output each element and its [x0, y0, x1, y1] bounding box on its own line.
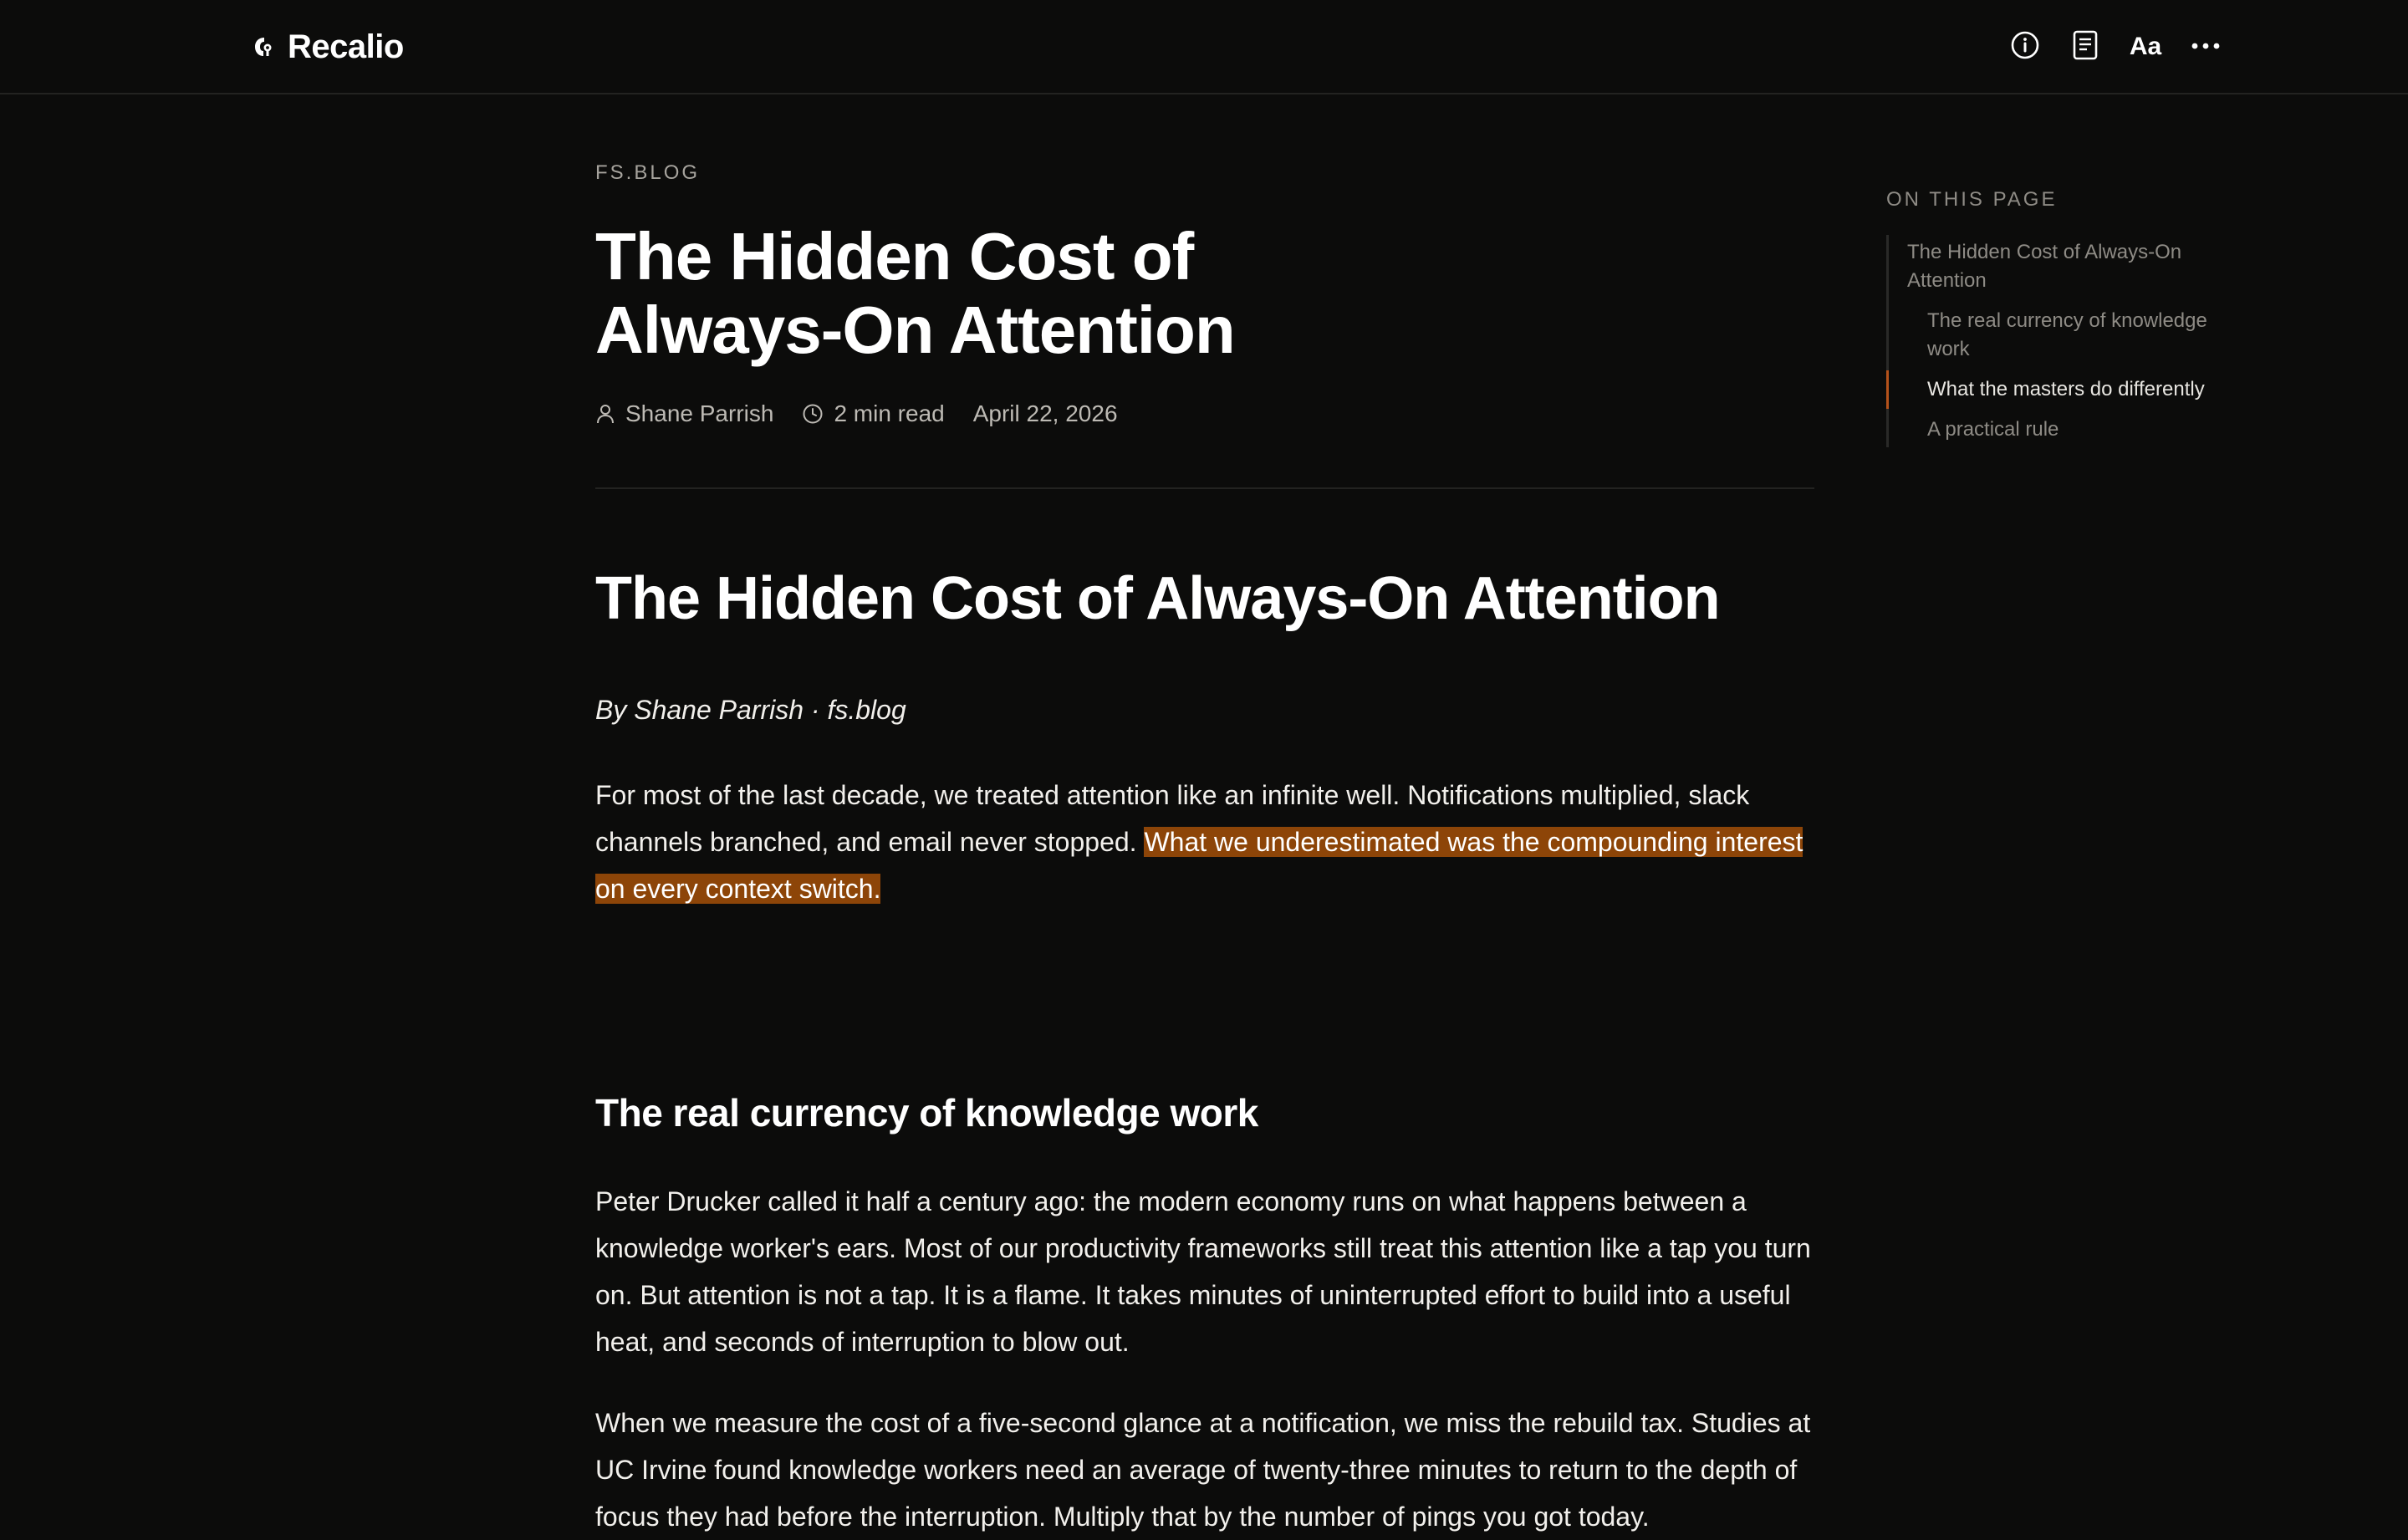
header-divider: [595, 487, 1814, 489]
app-name: Recalio: [288, 28, 404, 65]
more-horizontal-icon: [2191, 39, 2221, 54]
article-title: The Hidden Cost of Always-On Attention: [595, 219, 1236, 367]
table-of-contents: ON THIS PAGE The Hidden Cost of Always-O…: [1886, 188, 2246, 447]
section-heading: The real currency of knowledge work: [595, 1091, 1258, 1135]
read-time: 2 min read: [834, 400, 945, 426]
article-source[interactable]: FS.BLOG: [595, 161, 700, 185]
more-options-button[interactable]: [2184, 25, 2227, 69]
toc-item-masters[interactable]: What the masters do differently: [1886, 370, 2246, 409]
publish-date: April 22, 2026: [972, 400, 1118, 426]
info-button[interactable]: [2003, 25, 2047, 69]
meta-date: April 22, 2026: [973, 400, 1118, 427]
toc-item-hidden-cost[interactable]: The Hidden Cost of Always-On Attention: [1889, 238, 2246, 295]
author-name: Shane Parrish: [625, 400, 774, 426]
toc-item-practical-rule[interactable]: A practical rule: [1889, 416, 2246, 444]
paragraph-intro: For most of the last decade, we treated …: [595, 772, 1814, 912]
reader-view-button[interactable]: [2064, 25, 2107, 69]
brand[interactable]: Recalio: [251, 23, 404, 70]
document-icon: [2072, 30, 2099, 64]
clock-icon: [802, 403, 824, 425]
toc-list: The Hidden Cost of Always-On Attention T…: [1886, 235, 2246, 447]
info-circle-icon: [2010, 30, 2040, 64]
paragraph-rebuild-tax: When we measure the cost of a five-secon…: [595, 1408, 1811, 1532]
person-icon: [595, 403, 615, 425]
meta-author: Shane Parrish: [595, 400, 773, 427]
article-meta: Shane Parrish 2 min read April 22, 2026: [595, 400, 1146, 427]
content-byline: By Shane Parrish · fs.blog: [595, 695, 906, 725]
typography-button[interactable]: Aa: [2124, 25, 2167, 69]
reader-toolbar: Aa: [2003, 25, 2244, 69]
recalio-logo-icon: [251, 34, 276, 59]
toc-heading: ON THIS PAGE: [1886, 188, 2058, 211]
toc-item-real-currency[interactable]: The real currency of knowledge work: [1889, 307, 2246, 364]
top-bar: Recalio Aa: [0, 0, 2408, 94]
content-heading: The Hidden Cost of Always-On Attention: [595, 565, 1721, 632]
meta-read-time: 2 min read: [802, 400, 945, 427]
paragraph-drucker: Peter Drucker called it half a century a…: [595, 1186, 1811, 1357]
